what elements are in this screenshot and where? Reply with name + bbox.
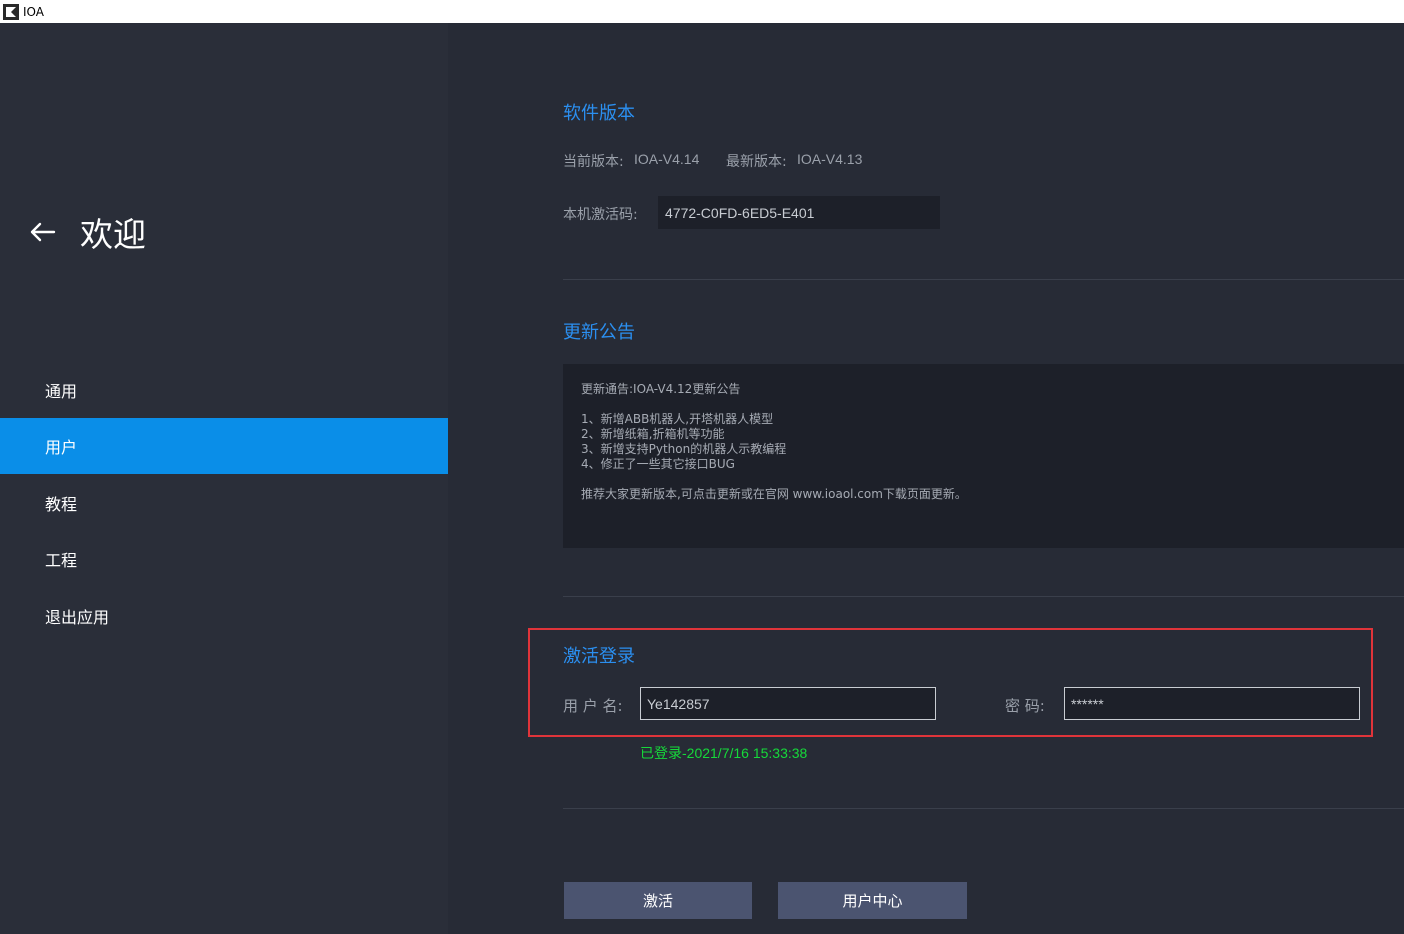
update-notice-box: 更新通告:IOA-V4.12更新公告 1、新增ABB机器人,开塔机器人模型 2、… — [563, 364, 1404, 548]
title-bar: IOA — [0, 0, 1404, 23]
sidebar-header: 欢迎 — [28, 208, 146, 256]
activate-button[interactable]: 激活 — [564, 882, 752, 919]
notice-item: 2、新增纸箱,折箱机等功能 — [581, 427, 725, 441]
notice-heading: 更新通告:IOA-V4.12更新公告 — [581, 382, 741, 396]
main-panel: 软件版本 当前版本: IOA-V4.14 最新版本: IOA-V4.13 本机激… — [448, 23, 1404, 934]
password-input[interactable] — [1064, 687, 1360, 720]
divider — [563, 596, 1404, 597]
notice-item: 3、新增支持Python的机器人示教编程 — [581, 442, 787, 456]
sidebar-item-project[interactable]: 工程 — [0, 531, 448, 587]
version-section-title: 软件版本 — [563, 103, 635, 124]
divider — [563, 279, 1404, 280]
notice-item: 4、修正了一些其它接口BUG — [581, 457, 735, 471]
latest-version-label: 最新版本: — [726, 154, 787, 170]
sidebar-item-general[interactable]: 通用 — [0, 362, 448, 418]
sidebar-item-exit[interactable]: 退出应用 — [0, 588, 448, 644]
latest-version-value: IOA-V4.13 — [797, 151, 863, 167]
window-title: IOA — [23, 4, 44, 19]
login-section-title: 激活登录 — [563, 646, 635, 667]
user-center-button[interactable]: 用户中心 — [778, 882, 967, 919]
sidebar-title: 欢迎 — [80, 215, 146, 254]
username-input[interactable] — [640, 687, 936, 720]
username-label: 用 户 名: — [563, 697, 623, 715]
notice-section-title: 更新公告 — [563, 322, 635, 343]
activation-code-label: 本机激活码: — [563, 207, 638, 223]
password-label: 密 码: — [1005, 697, 1045, 715]
sidebar: 欢迎 通用 用户 教程 工程 退出应用 — [0, 23, 448, 934]
sidebar-item-user[interactable]: 用户 — [0, 418, 448, 474]
login-status: 已登录-2021/7/16 15:33:38 — [640, 745, 808, 761]
activation-code-field[interactable]: 4772-C0FD-6ED5-E401 — [658, 196, 940, 229]
back-arrow-icon[interactable] — [28, 221, 58, 243]
current-version-label: 当前版本: — [563, 154, 624, 170]
login-highlight-frame — [528, 628, 1373, 737]
notice-footer: 推荐大家更新版本,可点击更新或在官网 www.ioaol.com下载页面更新。 — [581, 487, 967, 501]
notice-item: 1、新增ABB机器人,开塔机器人模型 — [581, 412, 774, 426]
divider — [563, 808, 1404, 809]
current-version-value: IOA-V4.14 — [634, 151, 700, 167]
app-logo-icon — [3, 3, 19, 20]
sidebar-item-tutorial[interactable]: 教程 — [0, 475, 448, 531]
